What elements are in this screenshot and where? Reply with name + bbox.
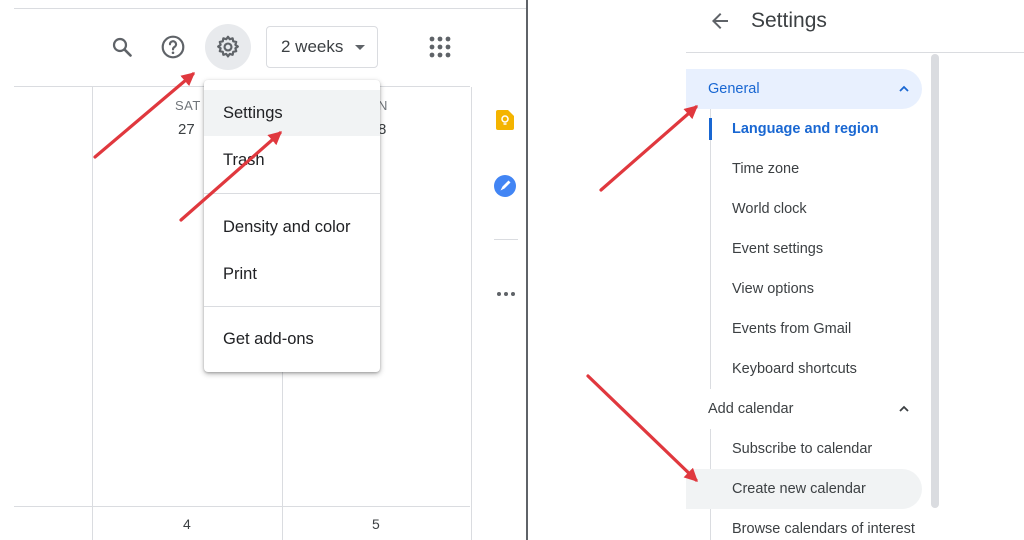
- day-label-saturday: SAT: [175, 98, 201, 113]
- side-panel-divider: [494, 239, 518, 240]
- top-divider: [14, 8, 526, 9]
- search-icon: [112, 37, 132, 57]
- search-button[interactable]: [102, 27, 142, 67]
- menu-item-trash[interactable]: Trash: [204, 137, 380, 183]
- settings-item-events-from-gmail[interactable]: Events from Gmail: [710, 309, 922, 349]
- grid-column-line: [92, 87, 93, 540]
- settings-menu-button[interactable]: [205, 24, 251, 70]
- keep-app-button[interactable]: [496, 110, 514, 130]
- help-icon: [161, 35, 185, 59]
- section-add-calendar[interactable]: Add calendar: [686, 389, 922, 429]
- settings-item-keyboard-shortcuts[interactable]: Keyboard shortcuts: [710, 349, 922, 389]
- menu-item-get-add-ons[interactable]: Get add-ons: [204, 316, 380, 362]
- scrollbar-thumb[interactable]: [931, 54, 939, 508]
- chevron-up-icon: [899, 405, 909, 412]
- menu-divider: [204, 306, 380, 307]
- menu-divider: [204, 193, 380, 194]
- header-divider: [686, 52, 1024, 53]
- section-general[interactable]: General: [686, 69, 922, 109]
- tasks-icon: [494, 175, 516, 197]
- settings-page-panel: Settings General Language and region Tim…: [528, 0, 1024, 540]
- more-horizontal-icon: [497, 292, 515, 296]
- apps-grid-icon: [429, 36, 451, 58]
- calendar-screenshot-panel: 2 weeks SAT N 27 8 4 5 Settings Trash De…: [0, 0, 526, 540]
- section-label: Add calendar: [708, 401, 794, 417]
- grid-column-line: [471, 87, 472, 540]
- menu-item-settings[interactable]: Settings: [204, 90, 380, 136]
- page-title: Settings: [751, 9, 827, 32]
- settings-item-event-settings[interactable]: Event settings: [710, 229, 922, 269]
- settings-item-world-clock[interactable]: World clock: [710, 189, 922, 229]
- settings-item-browse-calendars-of-interest[interactable]: Browse calendars of interest: [710, 509, 922, 540]
- gear-icon: [217, 35, 239, 58]
- keep-icon: [496, 110, 514, 130]
- dropdown-caret-icon: [355, 45, 365, 50]
- back-arrow-icon[interactable]: [708, 9, 732, 33]
- help-button[interactable]: [153, 27, 193, 67]
- tasks-app-button[interactable]: [494, 175, 516, 197]
- day-number[interactable]: 5: [372, 516, 380, 532]
- settings-item-language-and-region[interactable]: Language and region: [710, 109, 922, 149]
- settings-item-time-zone[interactable]: Time zone: [710, 149, 922, 189]
- day-number[interactable]: 4: [183, 516, 191, 532]
- view-selector-label: 2 weeks: [281, 37, 344, 56]
- day-number[interactable]: 27: [178, 121, 195, 138]
- google-apps-button[interactable]: [420, 27, 460, 67]
- section-label: General: [708, 81, 760, 97]
- more-options-button[interactable]: [496, 286, 516, 296]
- settings-item-view-options[interactable]: View options: [710, 269, 922, 309]
- settings-dropdown-menu: Settings Trash Density and color Print G…: [204, 80, 380, 372]
- grid-week-line: [14, 506, 470, 507]
- settings-item-subscribe-to-calendar[interactable]: Subscribe to calendar: [710, 429, 922, 469]
- menu-item-density-and-color[interactable]: Density and color: [204, 204, 380, 250]
- view-selector-dropdown[interactable]: 2 weeks: [266, 26, 378, 68]
- menu-item-print[interactable]: Print: [204, 251, 380, 297]
- chevron-up-icon: [899, 85, 909, 92]
- settings-item-create-new-calendar[interactable]: Create new calendar: [686, 469, 922, 509]
